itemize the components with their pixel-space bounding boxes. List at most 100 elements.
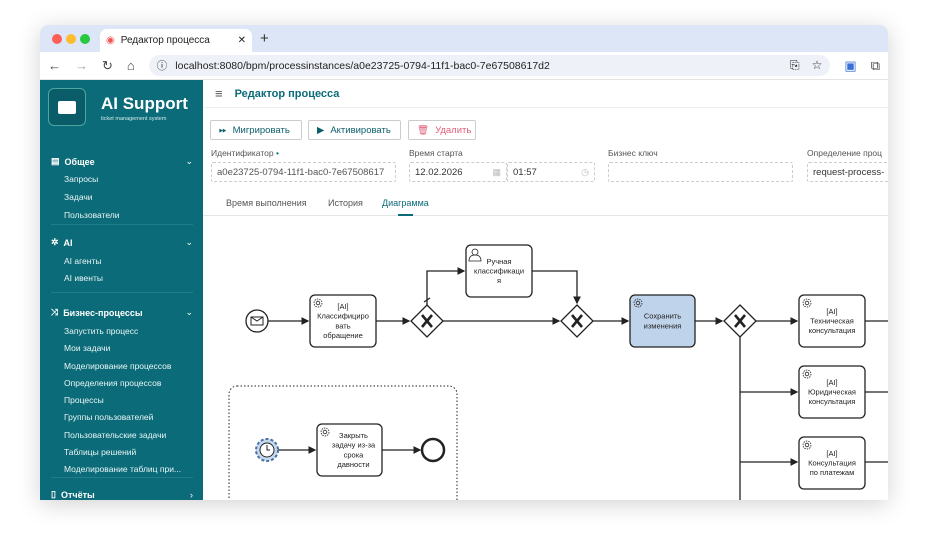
activate-label: Активировать	[330, 124, 391, 136]
minimize-window-button[interactable]	[66, 34, 76, 44]
business-key-field[interactable]	[608, 162, 793, 182]
exclusive-gateway[interactable]	[560, 304, 594, 338]
tab-title: Редактор процесса	[120, 35, 210, 46]
definition-label: Определение проц	[807, 148, 883, 158]
chevron-right-icon[interactable]: ›	[190, 490, 193, 500]
favicon-icon: ◉	[106, 35, 115, 46]
start-time-field[interactable]: 01:57 ◷	[507, 162, 595, 182]
browser-tab-bar: ◉ Редактор процесса ✕ +	[40, 25, 888, 52]
sidebar-item[interactable]: Пользователи	[64, 210, 119, 220]
sidebar-item[interactable]: Пользовательские задачи	[64, 430, 166, 440]
id-label: Идентификатор •	[211, 148, 279, 158]
calendar-icon[interactable]: ▦	[492, 167, 501, 178]
page-header: ≡ Редактор процесса	[203, 80, 888, 108]
sidebar-group-label: Общее	[64, 156, 95, 167]
sidebar-item[interactable]: Группы пользователей	[64, 412, 153, 422]
brand-name: AI Support	[101, 94, 188, 113]
migrate-button[interactable]: ⏩︎ Мигрировать	[210, 120, 302, 140]
sidebar-item[interactable]: Определения процессов	[64, 378, 161, 388]
clock-icon[interactable]: ◷	[581, 167, 589, 178]
task-label: Сохранить изменения	[644, 312, 682, 331]
chevron-down-icon[interactable]: ⌄	[185, 237, 193, 248]
chevron-down-icon[interactable]: ⌄	[185, 307, 193, 318]
install-icon[interactable]: ⎘	[790, 58, 800, 73]
sidebar-item[interactable]: Запустить процесс	[64, 326, 138, 336]
chat-logo-icon	[48, 88, 86, 126]
start-date-field[interactable]: 12.02.2026 ▦	[409, 162, 507, 182]
task-tech[interactable]: [AI] Техническая консультация	[798, 294, 866, 348]
extensions-icon[interactable]: ⧉	[871, 58, 880, 74]
sidebar-item[interactable]: Таблицы решений	[64, 447, 136, 457]
tab-runtime[interactable]: Время выполнения	[226, 198, 307, 208]
message-start-event[interactable]	[245, 309, 269, 333]
close-window-button[interactable]	[52, 34, 62, 44]
maximize-window-button[interactable]	[80, 34, 90, 44]
brand-subtitle: ticket management system	[101, 116, 167, 122]
delete-label: Удалить	[435, 124, 472, 136]
url-text: localhost:8080/bpm/processinstances/a0e2…	[175, 59, 550, 72]
business-key-label: Бизнес ключ	[608, 148, 658, 158]
task-legal[interactable]: [AI] Юридическая консультация	[798, 365, 866, 419]
sidebar-item[interactable]: AI ивенты	[64, 273, 103, 283]
page-title: Редактор процесса	[234, 87, 340, 100]
sidebar-group-label: Бизнес-процессы	[63, 307, 143, 318]
home-icon[interactable]: ⌂	[127, 58, 135, 73]
sidebar-item[interactable]: Моделирование таблиц при...	[64, 464, 181, 474]
sidebar-group-2[interactable]: ⤨ Бизнес-процессы ⌄	[51, 307, 193, 318]
sidebar-item[interactable]: Процессы	[64, 395, 104, 405]
back-icon[interactable]: ←	[48, 58, 61, 73]
timer-start-event[interactable]	[255, 438, 279, 462]
bpmn-diagram[interactable]: [AI] Классифициро вать обращение Ручная класс…	[203, 218, 888, 500]
menu-icon[interactable]: ≡	[215, 86, 223, 101]
id-field[interactable]: a0e23725-0794-11f1-bac0-7e67508617	[211, 162, 396, 182]
chevron-down-icon[interactable]: ⌄	[185, 156, 193, 167]
main-content: ≡ Редактор процесса ⏩︎ Мигрировать ▶ Актив…	[203, 80, 888, 500]
bookmark-star-icon[interactable]: ☆	[812, 58, 823, 73]
sidebar-group-label: AI	[63, 237, 73, 248]
fast-forward-icon: ⏩︎	[219, 124, 227, 136]
delete-button[interactable]: 🗑︎ Удалить	[408, 120, 476, 140]
task-save[interactable]: Сохранить изменения	[629, 294, 696, 348]
tab-history[interactable]: История	[328, 198, 363, 208]
browser-window: ◉ Редактор процесса ✕ + ← → ↻ ⌂ ⓘ localh…	[40, 25, 888, 500]
start-label: Время старта	[409, 148, 463, 158]
divider	[51, 292, 193, 293]
reload-icon[interactable]: ↻	[102, 58, 113, 74]
sidebar-group-3[interactable]: ▯ Отчёты ›	[51, 489, 193, 500]
browser-tab[interactable]: ◉ Редактор процесса ✕	[100, 29, 252, 52]
trash-icon: 🗑︎	[417, 124, 430, 136]
exclusive-gateway[interactable]	[410, 304, 444, 338]
sidebar-group-label: Отчёты	[60, 489, 95, 500]
definition-field[interactable]: request-process-	[807, 162, 888, 182]
sidebar-item[interactable]: Запросы	[64, 174, 98, 184]
task-classify[interactable]: [AI] Классифициро вать обращение	[309, 294, 377, 348]
sidebar-item[interactable]: Мои задачи	[64, 343, 110, 353]
exclusive-gateway[interactable]	[723, 304, 757, 338]
sidebar-group-1[interactable]: ✲ AI ⌄	[51, 237, 193, 248]
site-info-icon[interactable]: ⓘ	[157, 58, 168, 73]
network-icon: ✲	[51, 237, 59, 247]
migrate-label: Мигрировать	[232, 124, 290, 136]
task-manual[interactable]: Ручная классификаци я	[465, 244, 533, 298]
activate-button[interactable]: ▶ Активировать	[308, 120, 401, 140]
sidebar: AI Support ticket management system ▤ Общ…	[40, 80, 203, 500]
sidebar-group-0[interactable]: ▤ Общее ⌄	[51, 156, 193, 167]
document-icon: ▯	[51, 489, 56, 499]
close-tab-icon[interactable]: ✕	[238, 35, 246, 46]
play-icon: ▶	[317, 124, 325, 136]
translate-icon[interactable]: ▣	[844, 58, 856, 74]
end-event[interactable]	[420, 437, 446, 463]
sidebar-item[interactable]: Задачи	[64, 192, 93, 202]
task-close[interactable]: Закрыть задачу из-за срока давности	[316, 423, 383, 477]
address-toolbar: ← → ↻ ⌂ ⓘ localhost:8080/bpm/processinst…	[40, 52, 888, 80]
new-tab-button[interactable]: +	[260, 30, 269, 47]
tab-diagram[interactable]: Диаграмма	[382, 198, 429, 216]
tabs: Время выполнения История Диаграмма	[203, 192, 888, 216]
sidebar-item[interactable]: Моделирование процессов	[64, 361, 171, 371]
address-bar[interactable]: ⓘ localhost:8080/bpm/processinstances/a0…	[148, 55, 831, 76]
divider	[51, 477, 193, 478]
forward-icon[interactable]: →	[75, 58, 88, 73]
divider	[51, 224, 193, 225]
task-pay[interactable]: [AI] Консультация по платежам	[798, 436, 866, 490]
sidebar-item[interactable]: AI агенты	[64, 256, 101, 266]
